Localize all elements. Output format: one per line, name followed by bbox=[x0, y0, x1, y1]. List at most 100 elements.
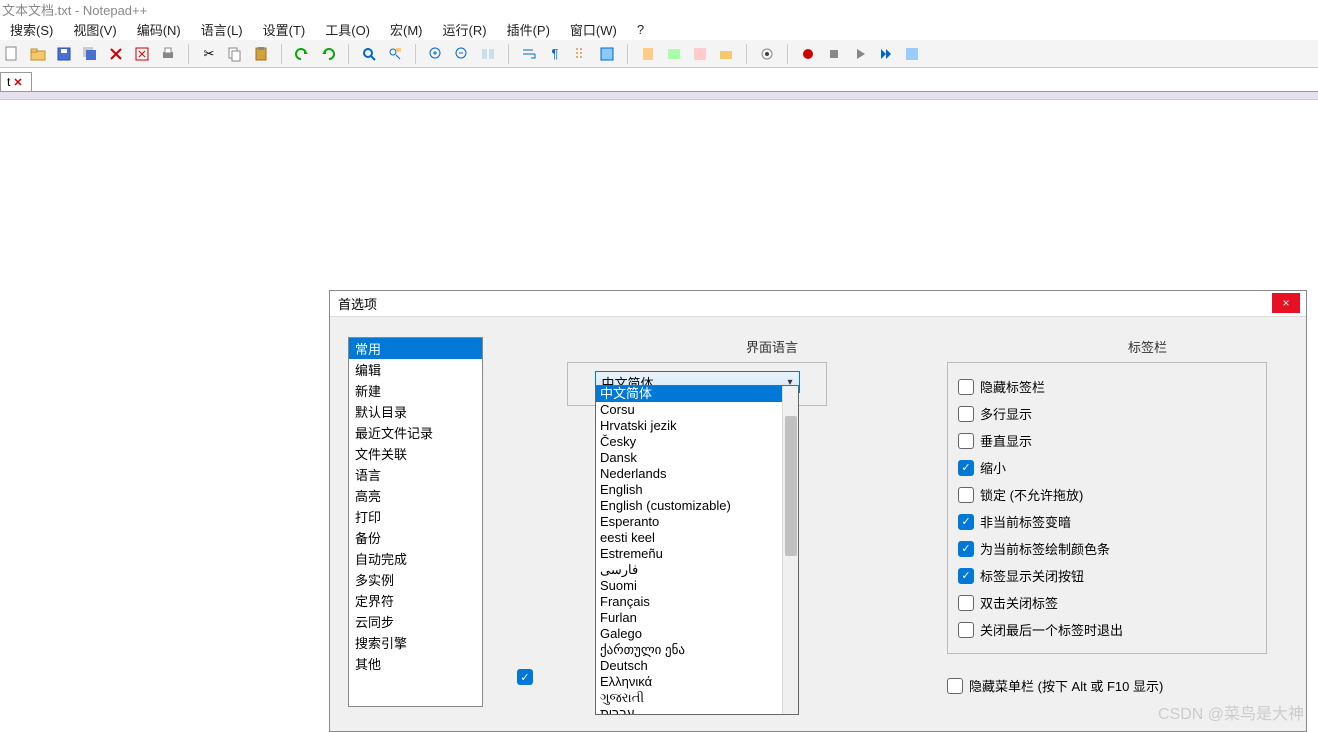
tabbar-option-label: 关闭最后一个标签时退出 bbox=[980, 620, 1123, 639]
menu-item[interactable]: 运行(R) bbox=[433, 18, 497, 41]
save-all-icon[interactable] bbox=[80, 44, 100, 64]
zoom-in-icon[interactable] bbox=[426, 44, 446, 64]
scrollbar-thumb[interactable] bbox=[785, 416, 797, 556]
hide-menubar-checkbox[interactable] bbox=[947, 678, 963, 694]
language-option[interactable]: English bbox=[596, 482, 782, 498]
function-list-icon[interactable] bbox=[690, 44, 710, 64]
tabbar-option-label: 垂直显示 bbox=[980, 431, 1032, 450]
language-option[interactable]: Suomi bbox=[596, 578, 782, 594]
language-option[interactable]: Estremeñu bbox=[596, 546, 782, 562]
language-option[interactable]: 中文简体 bbox=[596, 386, 782, 402]
play-macro-icon[interactable] bbox=[850, 44, 870, 64]
category-item[interactable]: 备份 bbox=[349, 527, 482, 548]
indent-guide-icon[interactable] bbox=[571, 44, 591, 64]
menu-item[interactable]: 编码(N) bbox=[127, 18, 191, 41]
tabbar-option-checkbox[interactable] bbox=[958, 487, 974, 503]
zoom-out-icon[interactable] bbox=[452, 44, 472, 64]
redo-icon[interactable] bbox=[318, 44, 338, 64]
menu-item[interactable]: 视图(V) bbox=[63, 18, 126, 41]
category-item[interactable]: 常用 bbox=[349, 338, 482, 359]
category-item[interactable]: 高亮 bbox=[349, 485, 482, 506]
lang-icon[interactable] bbox=[597, 44, 617, 64]
wordwrap-icon[interactable] bbox=[519, 44, 539, 64]
open-folder-icon[interactable] bbox=[28, 44, 48, 64]
category-item[interactable]: 自动完成 bbox=[349, 548, 482, 569]
category-item[interactable]: 编辑 bbox=[349, 359, 482, 380]
replace-icon[interactable] bbox=[385, 44, 405, 64]
language-option[interactable]: Corsu bbox=[596, 402, 782, 418]
tabbar-option-checkbox[interactable]: ✓ bbox=[958, 460, 974, 476]
language-option[interactable]: فارسی bbox=[596, 562, 782, 578]
category-item[interactable]: 语言 bbox=[349, 464, 482, 485]
sync-scroll-icon[interactable] bbox=[478, 44, 498, 64]
menu-item[interactable]: 宏(M) bbox=[380, 18, 433, 41]
doc-list-icon[interactable] bbox=[664, 44, 684, 64]
language-option[interactable]: English (customizable) bbox=[596, 498, 782, 514]
find-icon[interactable] bbox=[359, 44, 379, 64]
category-item[interactable]: 定界符 bbox=[349, 590, 482, 611]
language-option[interactable]: ગુજરાતી bbox=[596, 690, 782, 706]
language-option[interactable]: Hrvatski jezik bbox=[596, 418, 782, 434]
cut-icon[interactable]: ✂ bbox=[199, 44, 219, 64]
copy-icon[interactable] bbox=[225, 44, 245, 64]
file-tab[interactable]: t ✕ bbox=[0, 72, 32, 91]
category-item[interactable]: 新建 bbox=[349, 380, 482, 401]
language-option[interactable]: Nederlands bbox=[596, 466, 782, 482]
tabbar-option-checkbox[interactable] bbox=[958, 406, 974, 422]
close-all-icon[interactable] bbox=[132, 44, 152, 64]
menu-item[interactable]: 搜索(S) bbox=[0, 18, 63, 41]
menu-item[interactable]: 工具(O) bbox=[315, 18, 380, 41]
menu-item[interactable]: 语言(L) bbox=[191, 18, 253, 41]
hidden-toolbar-checkbox[interactable]: ✓ bbox=[517, 669, 533, 685]
menu-item[interactable]: ? bbox=[627, 20, 654, 39]
save-icon[interactable] bbox=[54, 44, 74, 64]
tabbar-option-checkbox[interactable]: ✓ bbox=[958, 541, 974, 557]
close-icon[interactable] bbox=[106, 44, 126, 64]
tabbar-option-checkbox[interactable]: ✓ bbox=[958, 568, 974, 584]
category-item[interactable]: 最近文件记录 bbox=[349, 422, 482, 443]
category-list[interactable]: 常用编辑新建默认目录最近文件记录文件关联语言高亮打印备份自动完成多实例定界符云同… bbox=[348, 337, 483, 707]
category-item[interactable]: 其他 bbox=[349, 653, 482, 674]
undo-icon[interactable] bbox=[292, 44, 312, 64]
new-file-icon[interactable] bbox=[2, 44, 22, 64]
record-macro-icon[interactable] bbox=[798, 44, 818, 64]
category-item[interactable]: 文件关联 bbox=[349, 443, 482, 464]
category-item[interactable]: 打印 bbox=[349, 506, 482, 527]
language-option[interactable]: Galego bbox=[596, 626, 782, 642]
doc-map-icon[interactable] bbox=[638, 44, 658, 64]
paste-icon[interactable] bbox=[251, 44, 271, 64]
language-option[interactable]: Furlan bbox=[596, 610, 782, 626]
folder-workspace-icon[interactable] bbox=[716, 44, 736, 64]
language-option[interactable]: עברית bbox=[596, 706, 782, 714]
category-item[interactable]: 默认目录 bbox=[349, 401, 482, 422]
tabbar-option-checkbox[interactable] bbox=[958, 379, 974, 395]
show-all-chars-icon[interactable]: ¶ bbox=[545, 44, 565, 64]
dialog-close-button[interactable]: × bbox=[1272, 293, 1300, 313]
save-macro-icon[interactable] bbox=[902, 44, 922, 64]
category-item[interactable]: 云同步 bbox=[349, 611, 482, 632]
tab-close-icon[interactable]: ✕ bbox=[13, 76, 22, 89]
language-option[interactable]: eesti keel bbox=[596, 530, 782, 546]
menu-item[interactable]: 设置(T) bbox=[253, 18, 316, 41]
stop-macro-icon[interactable] bbox=[824, 44, 844, 64]
tabbar-option-checkbox[interactable] bbox=[958, 622, 974, 638]
language-option[interactable]: Français bbox=[596, 594, 782, 610]
monitor-icon[interactable] bbox=[757, 44, 777, 64]
language-dropdown-list[interactable]: 中文简体CorsuHrvatski jezikČeskyDanskNederla… bbox=[595, 385, 799, 715]
dropdown-scrollbar[interactable] bbox=[782, 386, 798, 714]
tabbar-option-checkbox[interactable] bbox=[958, 595, 974, 611]
print-icon[interactable] bbox=[158, 44, 178, 64]
play-multi-icon[interactable] bbox=[876, 44, 896, 64]
language-option[interactable]: Deutsch bbox=[596, 658, 782, 674]
language-option[interactable]: ქართული ენა bbox=[596, 642, 782, 658]
language-option[interactable]: Esperanto bbox=[596, 514, 782, 530]
language-option[interactable]: Česky bbox=[596, 434, 782, 450]
category-item[interactable]: 多实例 bbox=[349, 569, 482, 590]
menu-item[interactable]: 插件(P) bbox=[497, 18, 560, 41]
menu-item[interactable]: 窗口(W) bbox=[560, 18, 627, 41]
language-option[interactable]: Ελληνικά bbox=[596, 674, 782, 690]
tabbar-option-checkbox[interactable]: ✓ bbox=[958, 514, 974, 530]
language-option[interactable]: Dansk bbox=[596, 450, 782, 466]
category-item[interactable]: 搜索引擎 bbox=[349, 632, 482, 653]
tabbar-option-checkbox[interactable] bbox=[958, 433, 974, 449]
